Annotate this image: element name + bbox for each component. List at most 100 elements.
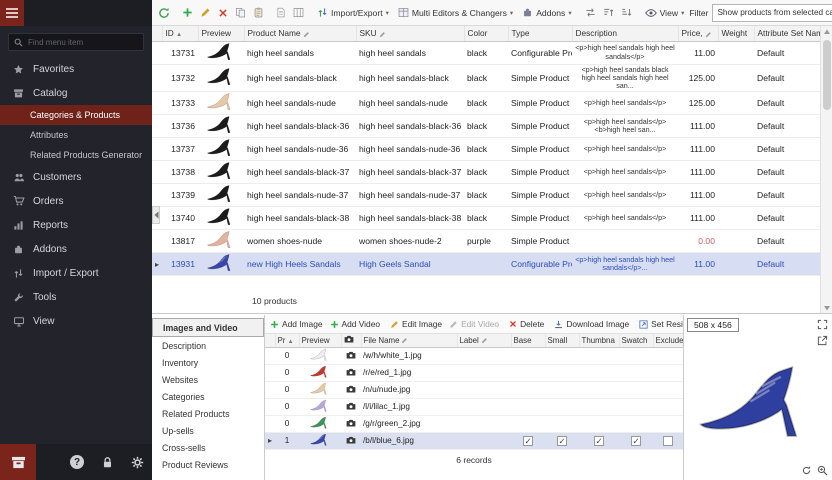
column-header-thumbna[interactable]: Thumbna — [579, 334, 619, 347]
sort-descending-button[interactable] — [618, 3, 635, 23]
download-image-button[interactable]: Download Image — [551, 316, 632, 332]
column-header-type[interactable]: Type — [508, 26, 572, 41]
add-video-button[interactable]: Add Video — [327, 316, 384, 332]
column-header-color[interactable]: Color — [464, 26, 508, 41]
image-row[interactable]: ▸1/b/l/blue_6.jpg✓✓✓✓ — [265, 432, 683, 449]
checkbox-swatch[interactable]: ✓ — [631, 436, 641, 446]
tab-product-reviews[interactable]: Product Reviews — [152, 456, 264, 473]
sidebar-item-catalog[interactable]: Catalog — [0, 81, 152, 105]
import-export-menu[interactable]: Import/Export▾ — [313, 3, 393, 23]
column-header-attribute-set-name[interactable]: Attribute Set Name — [754, 26, 820, 41]
sidebar-item-reports[interactable]: Reports — [0, 213, 152, 237]
table-row[interactable]: 13740high heel sandals-black-38high heel… — [152, 207, 820, 230]
row-expander-icon[interactable]: ▸ — [155, 260, 159, 269]
edit-image-button[interactable]: Edit Image — [387, 316, 445, 332]
images-header-row[interactable]: Pr ▲Preview File NameLabelBaseSmallThumbn… — [265, 334, 683, 347]
zoom-button[interactable] — [817, 465, 828, 476]
column-header-swatch[interactable]: Swatch — [619, 334, 653, 347]
checkbox-exclude[interactable] — [663, 436, 673, 446]
sort-ascending-button[interactable] — [600, 3, 617, 23]
column-header-product-name[interactable]: Product Name — [244, 26, 356, 41]
column-header-id[interactable]: ID ▲ — [162, 26, 198, 41]
table-row[interactable]: 13817women shoes-nudewomen shoes-nude-2p… — [152, 230, 820, 253]
delete-image-button[interactable]: Delete — [506, 316, 547, 332]
row-expander-icon[interactable]: ▸ — [268, 436, 272, 445]
scrollbar-thumb[interactable] — [823, 40, 831, 110]
columns-button[interactable] — [290, 3, 307, 23]
column-header-exclude[interactable]: Exclude — [653, 334, 683, 347]
column-header-description[interactable]: Description — [572, 26, 678, 41]
column-header-preview[interactable]: Preview — [198, 26, 244, 41]
copy-button[interactable] — [232, 3, 249, 23]
table-row[interactable]: 13732high heel sandals-blackhigh heel sa… — [152, 64, 820, 92]
scroll-down-icon[interactable] — [823, 304, 831, 312]
column-header-base[interactable]: Base — [511, 334, 545, 347]
table-row[interactable]: ▸13931new High Heels SandalsHigh Geels S… — [152, 253, 820, 276]
table-row[interactable]: 13738high heel sandals-black-37high heel… — [152, 161, 820, 184]
sidebar-search-input[interactable]: Find menu item — [8, 33, 144, 51]
add-product-button[interactable] — [179, 3, 196, 23]
table-row[interactable]: 13736high heel sandals-black-36high heel… — [152, 115, 820, 138]
vertical-scrollbar[interactable] — [820, 26, 832, 314]
duplicate-button[interactable] — [273, 3, 289, 23]
tab-websites[interactable]: Websites — [152, 371, 264, 388]
fullscreen-button[interactable] — [817, 319, 828, 330]
column-header-price[interactable]: Price, — [678, 26, 718, 41]
lock-button[interactable] — [92, 444, 122, 480]
add-image-button[interactable]: Add Image — [267, 316, 326, 332]
sidebar-item-customers[interactable]: Customers — [0, 165, 152, 189]
sidebar-item-addons[interactable]: Addons — [0, 237, 152, 261]
sidebar-item-attributes[interactable]: Attributes — [0, 125, 152, 145]
panel-collapse-handle[interactable] — [152, 206, 160, 224]
view-menu[interactable]: View▾ — [641, 3, 689, 23]
sidebar-item-categories-products[interactable]: Categories & Products — [0, 105, 152, 125]
column-header-preview[interactable]: Preview — [299, 334, 341, 347]
tab-up-sells[interactable]: Up-sells — [152, 422, 264, 439]
column-header-small[interactable]: Small — [545, 334, 579, 347]
tab-related-products[interactable]: Related Products — [152, 405, 264, 422]
settings-button[interactable] — [122, 444, 152, 480]
checkbox-small[interactable]: ✓ — [557, 436, 567, 446]
sidebar-item-favorites[interactable]: Favorites — [0, 57, 152, 81]
column-header-weight[interactable]: Weight — [718, 26, 754, 41]
tab-images-and-video[interactable]: Images and Video — [152, 318, 264, 337]
help-button[interactable]: ? — [62, 444, 92, 480]
refresh-button[interactable] — [155, 3, 173, 23]
scroll-up-icon[interactable] — [823, 28, 831, 36]
sidebar-item-tools[interactable]: Tools — [0, 285, 152, 309]
column-header-label[interactable]: Label — [457, 334, 511, 347]
checkbox-base[interactable]: ✓ — [523, 436, 533, 446]
sidebar-item-orders[interactable]: Orders — [0, 189, 152, 213]
table-row[interactable]: 13731high heel sandalshigh heel sandalsb… — [152, 41, 820, 64]
store-button[interactable] — [0, 444, 36, 480]
addons-menu[interactable]: Addons▾ — [518, 3, 575, 23]
table-row[interactable]: 13739high heel sandals-nude-37high heel … — [152, 184, 820, 207]
grid-header-row[interactable]: ID ▲PreviewProduct NameSKUColorTypeDescr… — [152, 26, 820, 41]
image-row[interactable]: 0/g/r/green_2.jpg — [265, 415, 683, 432]
column-header-sku[interactable]: SKU — [356, 26, 464, 41]
column-header-pr[interactable]: Pr ▲ — [275, 334, 299, 347]
tab-categories[interactable]: Categories — [152, 388, 264, 405]
image-row[interactable]: 0/r/e/red_1.jpg — [265, 364, 683, 381]
sidebar-item-related-products-generator[interactable]: Related Products Generator — [0, 145, 152, 165]
table-row[interactable]: 13737high heel sandals-nude-36high heel … — [152, 138, 820, 161]
hamburger-menu-button[interactable] — [0, 0, 24, 26]
column-header-file-name[interactable]: File Name — [361, 334, 457, 347]
sidebar-item-view[interactable]: View — [0, 309, 152, 333]
open-external-button[interactable] — [817, 335, 828, 346]
delete-product-button[interactable] — [215, 3, 231, 23]
edit-product-button[interactable] — [197, 3, 214, 23]
sidebar-item-import-export[interactable]: Import / Export — [0, 261, 152, 285]
image-row[interactable]: 0/n/u/nude.jpg — [265, 381, 683, 398]
tab-cross-sells[interactable]: Cross-sells — [152, 439, 264, 456]
edit-video-button[interactable]: Edit Video — [446, 316, 502, 332]
tab-inventory[interactable]: Inventory — [152, 354, 264, 371]
transfer-button[interactable] — [582, 3, 599, 23]
image-row[interactable]: 0/l/i/lilac_1.jpg — [265, 398, 683, 415]
multi-editors-menu[interactable]: Multi Editors & Changers▾ — [394, 3, 517, 23]
tab-description[interactable]: Description — [152, 337, 264, 354]
paste-button[interactable] — [250, 3, 267, 23]
table-row[interactable]: 13733high heel sandals-nudehigh heel san… — [152, 92, 820, 115]
checkbox-thumbnail[interactable]: ✓ — [594, 436, 604, 446]
rotate-button[interactable] — [801, 465, 812, 476]
